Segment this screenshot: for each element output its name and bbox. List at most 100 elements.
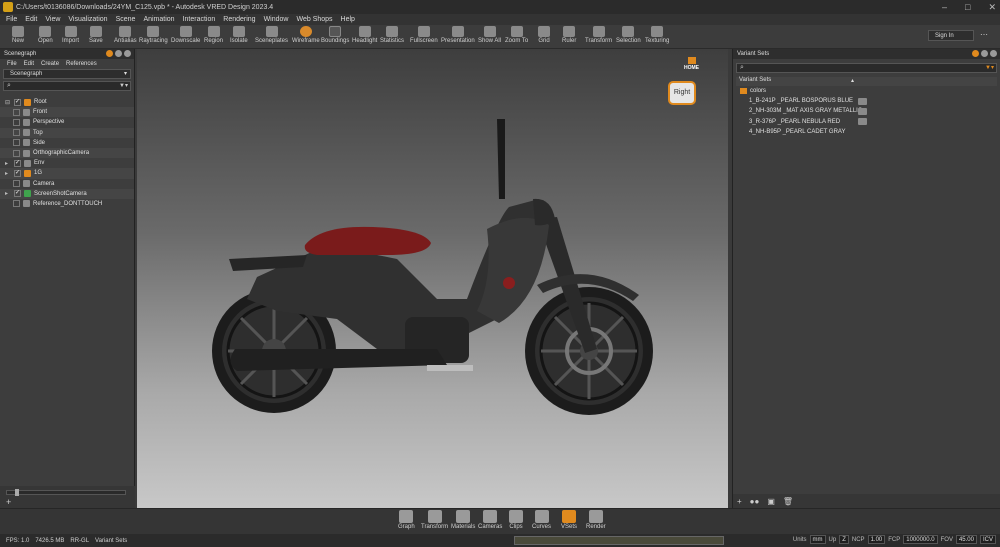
scenegraph-menu-create[interactable]: Create <box>41 61 59 67</box>
python-command-input[interactable] <box>514 536 724 545</box>
tree-node-root[interactable]: ⊟ ✓ Root <box>0 97 134 107</box>
tree-node-perspective[interactable]: Perspective <box>0 117 134 127</box>
home-label[interactable]: HOME <box>684 65 699 71</box>
panel-close-icon[interactable] <box>124 50 131 57</box>
add-variant-set-button[interactable]: + <box>737 497 742 506</box>
variant-sets-search-input[interactable]: ⌕ ▼▾ <box>736 63 997 73</box>
menu-web-shops[interactable]: Web Shops <box>296 16 332 23</box>
tree-node-1g[interactable]: ▸ ✓ 1G <box>0 168 134 179</box>
toolbar-selection-button[interactable]: Selection <box>616 25 641 49</box>
visibility-checkbox[interactable]: ✓ <box>14 98 21 106</box>
menu-window[interactable]: Window <box>264 16 289 23</box>
variant-set-item[interactable]: 2_NH-303M _MAT AXIS GRAY METALLIC <box>736 106 997 116</box>
toolbar-show-all-button[interactable]: Show All <box>478 25 501 49</box>
render-viewport[interactable]: HOME Right <box>137 49 728 508</box>
toolbar-zoom-to-button[interactable]: Zoom To <box>505 25 528 49</box>
view-cube[interactable]: HOME Right <box>666 57 699 105</box>
module-curves-button[interactable]: Curves <box>532 510 551 530</box>
scenegraph-selector[interactable]: Scenegraph ▾ <box>3 69 131 79</box>
filter-icon[interactable]: ▼▾ <box>985 64 994 71</box>
module-clips-button[interactable]: Clips <box>509 510 523 530</box>
visibility-checkbox[interactable] <box>13 200 20 208</box>
tree-node-orthographic-camera[interactable]: OrthographicCamera <box>0 147 134 159</box>
panel-float-icon[interactable] <box>115 50 122 57</box>
toolbar-wireframe-button[interactable]: Wireframe <box>292 25 320 49</box>
toolbar-ruler-button[interactable]: Ruler <box>562 25 576 49</box>
toolbar-new-button[interactable]: New <box>12 25 24 49</box>
link-variant-button[interactable]: ●● <box>750 497 760 506</box>
visibility-checkbox[interactable] <box>13 180 20 188</box>
variant-group-colors[interactable]: colors <box>736 86 997 96</box>
minimize-button[interactable]: – <box>942 2 947 13</box>
variant-set-item[interactable]: 1_B-241P _PEARL BOSPORUS BLUE <box>736 96 997 106</box>
menu-view[interactable]: View <box>45 16 60 23</box>
module-vsets-button[interactable]: VSets <box>561 510 577 530</box>
toolbar-boundings-button[interactable]: Boundings <box>321 25 349 49</box>
variant-set-item[interactable]: 4_NH-B95P _PEARL CADET GRAY <box>736 127 997 137</box>
toolbar-import-button[interactable]: Import <box>62 25 79 49</box>
visibility-checkbox[interactable] <box>13 108 20 116</box>
maximize-button[interactable]: □ <box>965 2 970 13</box>
module-cameras-button[interactable]: Cameras <box>478 510 502 530</box>
tree-node-screenshot-camera[interactable]: ▸ ✓ ScreenShotCamera <box>0 188 134 199</box>
scenegraph-menu-file[interactable]: File <box>7 61 17 67</box>
tree-node-front[interactable]: Front <box>0 107 134 118</box>
visibility-checkbox[interactable] <box>13 118 20 126</box>
tree-node-env[interactable]: ▸ ✓ Env <box>0 158 134 168</box>
tree-node-side[interactable]: Side <box>0 138 134 148</box>
scenegraph-menu-edit[interactable]: Edit <box>24 61 34 67</box>
toolbar-grid-button[interactable]: Grid <box>538 25 550 49</box>
menu-help[interactable]: Help <box>341 16 355 23</box>
visibility-checkbox[interactable] <box>13 139 20 147</box>
add-node-button[interactable]: + <box>6 497 11 507</box>
menu-animation[interactable]: Animation <box>143 16 174 23</box>
toolbar-raytracing-button[interactable]: Raytracing <box>139 25 168 49</box>
toolbar-presentation-button[interactable]: Presentation <box>441 25 475 49</box>
visibility-checkbox[interactable] <box>13 129 20 137</box>
tree-node-camera[interactable]: Camera <box>0 179 134 189</box>
menu-rendering[interactable]: Rendering <box>223 16 255 23</box>
scenegraph-search-input[interactable]: ⌕ ▼▾ <box>3 81 131 91</box>
panel-float-icon[interactable] <box>981 50 988 57</box>
variant-sets-column-header[interactable]: Variant Sets ▴ <box>736 77 997 86</box>
home-icon[interactable] <box>688 57 696 64</box>
visibility-checkbox[interactable]: ✓ <box>14 190 21 198</box>
ncp-input[interactable]: 1.00 <box>867 535 886 544</box>
panel-help-icon[interactable] <box>106 50 113 57</box>
menu-scene[interactable]: Scene <box>116 16 136 23</box>
toolbar-fullscreen-button[interactable]: Fullscreen <box>410 25 438 49</box>
slider-handle[interactable] <box>15 489 19 496</box>
menu-edit[interactable]: Edit <box>25 16 37 23</box>
toolbar-transform-button[interactable]: Transform <box>585 25 612 49</box>
scenegraph-menu-references[interactable]: References <box>66 61 97 67</box>
up-axis-select[interactable]: Z <box>839 535 849 544</box>
toolbar-open-button[interactable]: Open <box>38 25 53 49</box>
filter-icon[interactable]: ▼▾ <box>119 82 128 89</box>
panel-close-icon[interactable] <box>990 50 997 57</box>
menu-file[interactable]: File <box>6 16 17 23</box>
toolbar-antialias-button[interactable]: Antialias <box>114 25 137 49</box>
module-graph-button[interactable]: Graph <box>398 510 415 530</box>
tree-node-reference[interactable]: Reference_DONTTOUCH <box>0 199 134 209</box>
toolbar-texturing-button[interactable]: Texturing <box>645 25 669 49</box>
fcp-input[interactable]: 1000000.0 <box>903 535 938 544</box>
units-select[interactable]: mm <box>809 535 826 544</box>
toolbar-region-button[interactable]: Region <box>204 25 223 49</box>
icv-button[interactable]: ICV <box>979 535 996 544</box>
sign-in-button[interactable]: Sign In <box>928 30 974 41</box>
expand-icon[interactable]: ⊟ <box>5 99 11 106</box>
module-render-button[interactable]: Render <box>586 510 606 530</box>
visibility-checkbox[interactable] <box>13 149 20 157</box>
toolbar-isolate-button[interactable]: Isolate <box>230 25 248 49</box>
menu-visualization[interactable]: Visualization <box>68 16 107 23</box>
more-options-button[interactable]: ⋯ <box>980 30 994 41</box>
variant-set-item[interactable]: 3_R-376P _PEARL NEBULA RED <box>736 117 997 127</box>
visibility-checkbox[interactable]: ✓ <box>14 169 21 177</box>
delete-variant-button[interactable]: 🗑 <box>783 497 793 506</box>
toolbar-sceneplates-button[interactable]: Sceneplates <box>255 25 288 49</box>
group-variant-button[interactable]: ▣ <box>767 497 775 506</box>
expand-icon[interactable]: ▸ <box>5 160 11 167</box>
module-transform-button[interactable]: Transform <box>421 510 448 530</box>
fov-input[interactable]: 45.00 <box>955 535 977 544</box>
visibility-checkbox[interactable]: ✓ <box>14 159 21 167</box>
